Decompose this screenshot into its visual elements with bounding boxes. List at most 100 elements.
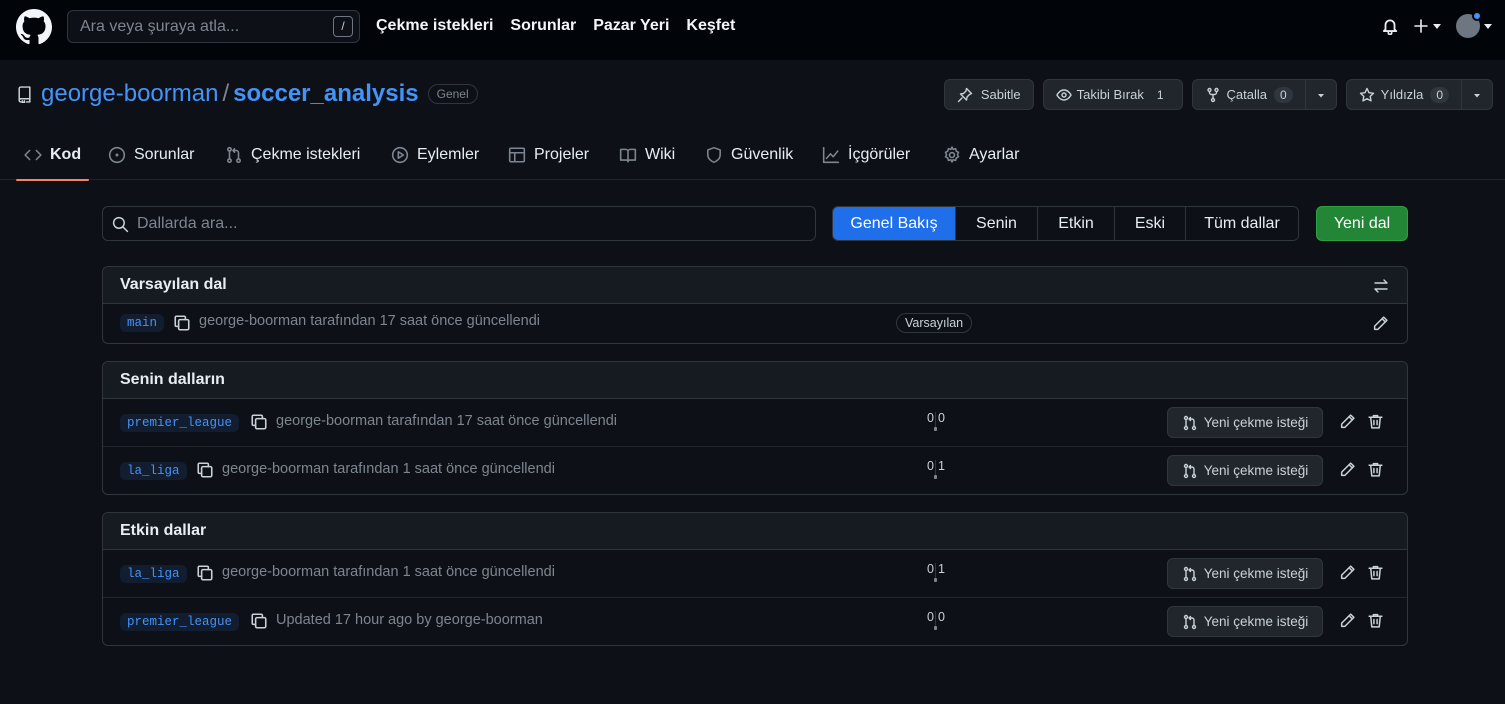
tab-projects[interactable]: Projeler bbox=[500, 130, 597, 180]
fork-label: Çatalla bbox=[1226, 87, 1267, 102]
copy-icon[interactable] bbox=[196, 564, 214, 582]
unwatch-button[interactable]: Takibi Bırak 1 bbox=[1042, 79, 1183, 110]
git-pull-request-icon bbox=[225, 146, 243, 164]
tab-insights[interactable]: İçgörüler bbox=[814, 130, 918, 180]
filter-stale[interactable]: Eski bbox=[1114, 207, 1185, 240]
pencil-icon[interactable] bbox=[1339, 612, 1356, 629]
star-count: 0 bbox=[1430, 86, 1449, 103]
branch-meta: Updated 17 hour ago by george-boorman bbox=[276, 612, 543, 628]
fork-button[interactable]: Çatalla 0 bbox=[1191, 79, 1306, 110]
nav-explore[interactable]: Keşfet bbox=[686, 17, 735, 35]
filter-overview[interactable]: Genel Bakış bbox=[833, 207, 955, 240]
pencil-icon[interactable] bbox=[1339, 413, 1356, 430]
star-dropdown[interactable] bbox=[1462, 79, 1493, 110]
branch-name-link[interactable]: main bbox=[120, 314, 165, 332]
unwatch-label: Takibi Bırak bbox=[1076, 87, 1144, 102]
active-branches-section: Etkin dallar la_liga george-boorman tara… bbox=[102, 512, 1408, 646]
global-header: / Çekme istekleri Sorunlar Pazar Yeri Ke… bbox=[0, 0, 1505, 60]
pin-label: Sabitle bbox=[980, 87, 1021, 102]
ahead-count: 1 bbox=[938, 562, 945, 576]
branch-row: main george-boorman tarafından 17 saat ö… bbox=[103, 304, 1407, 342]
table-icon bbox=[508, 146, 526, 164]
filter-yours[interactable]: Senin bbox=[955, 207, 1037, 240]
fork-group: Çatalla 0 bbox=[1191, 79, 1337, 110]
branch-meta: george-boorman tarafından 1 saat önce gü… bbox=[222, 564, 555, 580]
issue-opened-icon bbox=[108, 146, 126, 164]
new-branch-button[interactable]: Yeni dal bbox=[1316, 206, 1408, 241]
git-pull-request-icon bbox=[1182, 566, 1198, 582]
new-pull-request-button[interactable]: Yeni çekme isteği bbox=[1167, 606, 1323, 637]
section-header: Senin dalların bbox=[103, 362, 1407, 399]
ahead-count: 0 bbox=[938, 610, 945, 624]
branch-name-link[interactable]: premier_league bbox=[120, 613, 240, 631]
pencil-icon[interactable] bbox=[1339, 461, 1356, 478]
trash-icon[interactable] bbox=[1367, 413, 1384, 430]
star-label: Yıldızla bbox=[1380, 87, 1424, 102]
behind-count: 0 bbox=[927, 610, 934, 624]
repo-icon bbox=[16, 85, 33, 103]
tab-settings[interactable]: Ayarlar bbox=[935, 130, 1027, 180]
branch-row: la_liga george-boorman tarafından 1 saat… bbox=[103, 550, 1407, 597]
header-actions bbox=[1381, 11, 1493, 38]
repo-actions: Sabitle Takibi Bırak 1 Çatalla 0 Yıldızl… bbox=[943, 79, 1493, 110]
behind-count: 0 bbox=[927, 562, 934, 576]
arrow-switch-icon[interactable] bbox=[1373, 278, 1389, 294]
tab-pull-requests[interactable]: Çekme istekleri bbox=[217, 130, 368, 180]
branch-search[interactable] bbox=[102, 206, 816, 241]
branch-search-input[interactable] bbox=[137, 207, 797, 240]
repo-owner-link[interactable]: george-boorman bbox=[41, 80, 218, 108]
star-group: Yıldızla 0 bbox=[1345, 79, 1493, 110]
pencil-icon[interactable] bbox=[1372, 315, 1389, 332]
branch-name-link[interactable]: premier_league bbox=[120, 414, 240, 432]
plus-dropdown-icon[interactable] bbox=[1413, 18, 1442, 34]
trash-icon[interactable] bbox=[1367, 461, 1384, 478]
branch-row: premier_league Updated 17 hour ago by ge… bbox=[103, 597, 1407, 644]
filter-all[interactable]: Tüm dallar bbox=[1185, 207, 1298, 240]
new-pull-request-label: Yeni çekme isteği bbox=[1203, 566, 1309, 581]
branch-name-link[interactable]: la_liga bbox=[120, 565, 187, 583]
copy-icon[interactable] bbox=[173, 314, 191, 332]
trash-icon[interactable] bbox=[1367, 564, 1384, 581]
tab-label: İçgörüler bbox=[848, 146, 911, 163]
visibility-badge: Genel bbox=[427, 84, 478, 104]
fork-dropdown[interactable] bbox=[1305, 79, 1337, 110]
graph-icon bbox=[822, 146, 840, 164]
new-pull-request-label: Yeni çekme isteği bbox=[1203, 614, 1309, 629]
github-logo-icon[interactable] bbox=[16, 9, 52, 45]
branch-name-link[interactable]: la_liga bbox=[120, 462, 187, 480]
tab-label: Güvenlik bbox=[731, 146, 794, 163]
filter-active[interactable]: Etkin bbox=[1037, 207, 1114, 240]
tab-wiki[interactable]: Wiki bbox=[611, 130, 683, 180]
behind-count: 0 bbox=[927, 411, 934, 425]
star-button[interactable]: Yıldızla 0 bbox=[1345, 79, 1462, 110]
repo-name-link[interactable]: soccer_analysis bbox=[233, 80, 418, 108]
notification-dot-icon bbox=[1472, 11, 1482, 21]
new-pull-request-button[interactable]: Yeni çekme isteği bbox=[1167, 407, 1323, 438]
copy-icon[interactable] bbox=[250, 612, 268, 630]
tab-code[interactable]: Kod bbox=[16, 130, 90, 181]
eye-icon bbox=[1055, 87, 1072, 103]
top-nav: Çekme istekleri Sorunlar Pazar Yeri Keşf… bbox=[376, 17, 735, 35]
nav-issues[interactable]: Sorunlar bbox=[510, 17, 576, 35]
tab-actions[interactable]: Eylemler bbox=[383, 130, 487, 180]
fork-count: 0 bbox=[1273, 86, 1293, 103]
ahead-behind-marker bbox=[934, 578, 937, 582]
new-pull-request-button[interactable]: Yeni çekme isteği bbox=[1167, 455, 1323, 486]
nav-marketplace[interactable]: Pazar Yeri bbox=[593, 17, 669, 35]
ahead-behind: 0 1 bbox=[921, 459, 951, 481]
global-search[interactable]: / bbox=[67, 10, 360, 43]
bell-icon[interactable] bbox=[1381, 17, 1399, 35]
avatar[interactable] bbox=[1456, 11, 1482, 38]
trash-icon[interactable] bbox=[1367, 612, 1384, 629]
new-pull-request-button[interactable]: Yeni çekme isteği bbox=[1167, 558, 1323, 589]
copy-icon[interactable] bbox=[250, 413, 268, 431]
tab-security[interactable]: Güvenlik bbox=[697, 130, 801, 180]
tab-issues[interactable]: Sorunlar bbox=[100, 130, 202, 180]
branch-row: premier_league george-boorman tarafından… bbox=[103, 399, 1407, 446]
pin-button[interactable]: Sabitle bbox=[943, 79, 1034, 110]
pencil-icon[interactable] bbox=[1339, 564, 1356, 581]
user-menu[interactable] bbox=[1456, 11, 1493, 38]
nav-pull-requests[interactable]: Çekme istekleri bbox=[376, 17, 493, 35]
copy-icon[interactable] bbox=[196, 461, 214, 479]
global-search-input[interactable] bbox=[80, 11, 330, 42]
